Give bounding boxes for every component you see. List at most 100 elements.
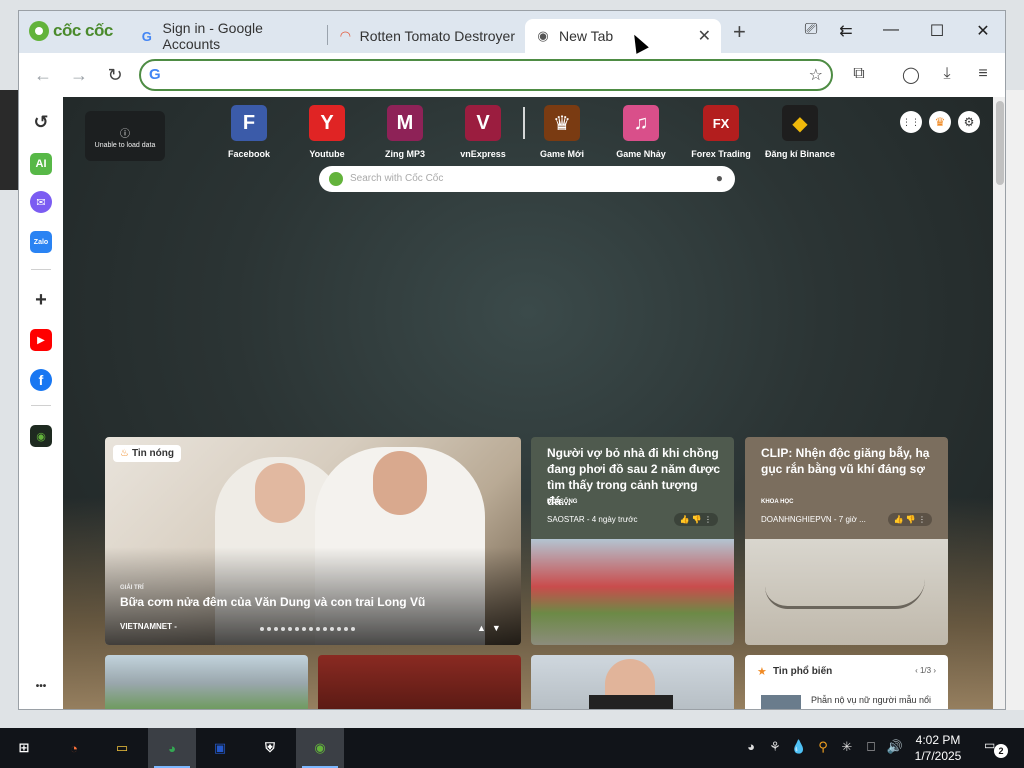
featured-news-card[interactable]: ♨ Tin nóng GIẢI TRÍ Bữa cơm nửa đêm của V… xyxy=(105,437,521,645)
water-drop-tray-icon[interactable]: 💧 xyxy=(790,739,808,755)
carousel-dot[interactable] xyxy=(351,627,355,631)
close-window-button[interactable]: ✕ xyxy=(971,21,995,41)
coccoc-brand-text: cốc cốc xyxy=(53,21,113,40)
vote-menu[interactable]: 👍 👎 ⋮ xyxy=(887,513,932,526)
tab-rotten-tomato[interactable]: ◠ Rotten Tomato Destroyer xyxy=(329,19,525,53)
notification-count: 2 xyxy=(994,744,1008,758)
ai-icon[interactable]: AI xyxy=(30,153,52,175)
minimize-button[interactable]: — xyxy=(879,21,903,39)
shortcut-label: Youtube xyxy=(309,149,345,159)
thumbs-up-icon[interactable]: ▲ xyxy=(477,623,486,633)
shortcut-game-nhay[interactable]: ♫ Game Nhảy xyxy=(601,105,681,159)
forward-button[interactable]: → xyxy=(69,65,89,86)
start-button[interactable]: ⊞ xyxy=(0,728,48,768)
add-icon[interactable]: + xyxy=(30,289,52,311)
account-icon[interactable]: ◯ xyxy=(901,65,921,85)
messenger-icon[interactable]: ✉ xyxy=(30,191,52,213)
youtube-icon[interactable]: ▶ xyxy=(30,329,52,351)
back-button[interactable]: ← xyxy=(33,65,53,86)
people-tray-icon[interactable]: ⚘ xyxy=(766,739,784,755)
shortcut-zing-mp3[interactable]: M Zing MP3 xyxy=(365,105,445,159)
download-icon[interactable]: ⤓ xyxy=(937,65,957,83)
vote-menu[interactable]: 👍 👎 ⋮ xyxy=(673,513,718,526)
chrome-taskbar-button[interactable]: ◕ xyxy=(148,728,196,768)
news-title[interactable]: CLIP: Nhện độc giăng bẫy, hạ gục rắn bằn… xyxy=(761,445,937,477)
carousel-dot[interactable] xyxy=(323,627,327,631)
coccoc-2024-icon[interactable]: ◉ xyxy=(30,425,52,447)
display-taskbar-button[interactable]: ▣ xyxy=(196,728,244,768)
carousel-dot[interactable] xyxy=(344,627,348,631)
news-card-luggage[interactable] xyxy=(318,655,521,709)
crown-icon[interactable]: ♛ xyxy=(929,111,951,133)
news-card-portrait[interactable] xyxy=(531,655,734,709)
carousel-dot[interactable] xyxy=(309,627,313,631)
carousel-dot[interactable] xyxy=(274,627,278,631)
shortcut-youtube[interactable]: Y Youtube xyxy=(287,105,367,159)
carousel-dot[interactable] xyxy=(267,627,271,631)
shortcut-forex-trading[interactable]: FX Forex Trading xyxy=(681,105,761,159)
sidebar-divider xyxy=(31,405,51,406)
shortcut-vnexpress[interactable]: V vnExpress xyxy=(443,105,523,159)
reload-button[interactable]: ↻ xyxy=(105,65,125,86)
tab-google-sign-in[interactable]: G Sign in - Google Accounts xyxy=(129,19,329,53)
thumbs-down-icon[interactable]: ▼ xyxy=(492,623,501,633)
volume-tray-icon[interactable]: 🔊 xyxy=(886,739,904,755)
file-explorer-taskbar-button[interactable]: ▭ xyxy=(98,728,146,768)
apps-grid-icon[interactable]: ⋮⋮ xyxy=(900,111,922,133)
system-clock[interactable]: 4:02 PM 1/7/2025 xyxy=(908,732,968,764)
shortcut-game-moi[interactable]: ♛ Game Mới xyxy=(522,105,602,159)
carousel-dot[interactable] xyxy=(316,627,320,631)
coccoc-icon: ◉ xyxy=(537,28,549,43)
menu-icon[interactable]: ≡ xyxy=(973,65,993,83)
carousel-dot[interactable] xyxy=(302,627,306,631)
news-card[interactable]: CLIP: Nhện độc giăng bẫy, hạ gục rắn bằn… xyxy=(745,437,948,645)
tab-new-tab[interactable]: ◉ New Tab ✕ xyxy=(525,19,721,53)
page-scrollbar[interactable] xyxy=(993,97,1005,709)
security-taskbar-button[interactable]: ⛨ xyxy=(246,728,294,768)
popular-item-text[interactable]: Phẫn nộ vụ nữ người mẫu nổi xyxy=(811,695,931,705)
chrome-tray-icon[interactable]: ◕ xyxy=(742,739,760,754)
shortcut-binance[interactable]: ◆ Đăng kí Binance xyxy=(760,105,840,159)
news-card-stadium[interactable] xyxy=(105,655,308,709)
network-tray-icon[interactable]: ⎕ xyxy=(862,739,880,755)
notification-center[interactable]: ▭ 2 xyxy=(984,738,1008,758)
carousel-dot[interactable] xyxy=(281,627,285,631)
popular-thumbnail xyxy=(761,695,801,709)
microphone-icon[interactable]: ● xyxy=(716,171,723,185)
coccoc-taskbar-button[interactable]: ◉ xyxy=(296,728,344,768)
maximize-button[interactable]: ☐ xyxy=(925,21,949,41)
new-tab-page: ⓘ Unable to load data F Facebook Y Youtu… xyxy=(63,97,993,709)
coccoc-logo[interactable]: cốc cốc xyxy=(29,21,113,41)
facebook-icon[interactable]: f xyxy=(30,369,52,391)
back-history-icon[interactable]: ⇇ xyxy=(834,21,858,41)
search-placeholder: Search with Cốc Cốc xyxy=(350,173,444,184)
news-card[interactable]: Người vợ bỏ nhà đi khi chồng đang phơi đ… xyxy=(531,437,734,645)
more-icon[interactable]: ••• xyxy=(30,675,52,697)
bookmark-star-icon[interactable]: ☆ xyxy=(809,65,823,85)
scrollbar-thumb[interactable] xyxy=(996,101,1004,185)
shortcut-facebook[interactable]: F Facebook xyxy=(209,105,289,159)
extensions-icon[interactable]: ⧉ xyxy=(849,65,869,83)
news-source: DOANHNGHIEPVN - 7 giờ ... xyxy=(761,515,866,524)
news-title[interactable]: Bữa cơm nửa đêm của Văn Dung và con trai… xyxy=(120,595,425,609)
address-bar[interactable]: G ☆ xyxy=(139,59,833,91)
carousel-dot[interactable] xyxy=(330,627,334,631)
carousel-dot[interactable] xyxy=(288,627,292,631)
zalo-icon[interactable]: Zalo xyxy=(30,231,52,253)
popular-pager[interactable]: ‹ 1/3 › xyxy=(915,666,936,675)
firefox-taskbar-button[interactable]: ◔ xyxy=(50,728,98,768)
carousel-dot[interactable] xyxy=(337,627,341,631)
carousel-dot[interactable] xyxy=(295,627,299,631)
asterisk-tray-icon[interactable]: ✳ xyxy=(838,739,856,755)
search-tray-icon[interactable]: ⚲ xyxy=(814,739,832,755)
history-icon[interactable]: ↺ xyxy=(30,111,52,133)
search-box[interactable]: Search with Cốc Cốc ● xyxy=(319,166,735,192)
weather-widget[interactable]: ⓘ Unable to load data xyxy=(85,111,165,161)
new-tab-button[interactable]: + xyxy=(733,21,746,43)
carousel-dot[interactable] xyxy=(260,627,264,631)
carousel-dots[interactable] xyxy=(260,627,355,631)
settings-icon[interactable]: ⚙ xyxy=(958,111,980,133)
screen-search-icon[interactable]: ⎚ xyxy=(799,21,823,39)
close-tab-icon[interactable]: ✕ xyxy=(698,26,711,46)
vote-buttons[interactable]: ▲ ▼ xyxy=(477,623,501,633)
